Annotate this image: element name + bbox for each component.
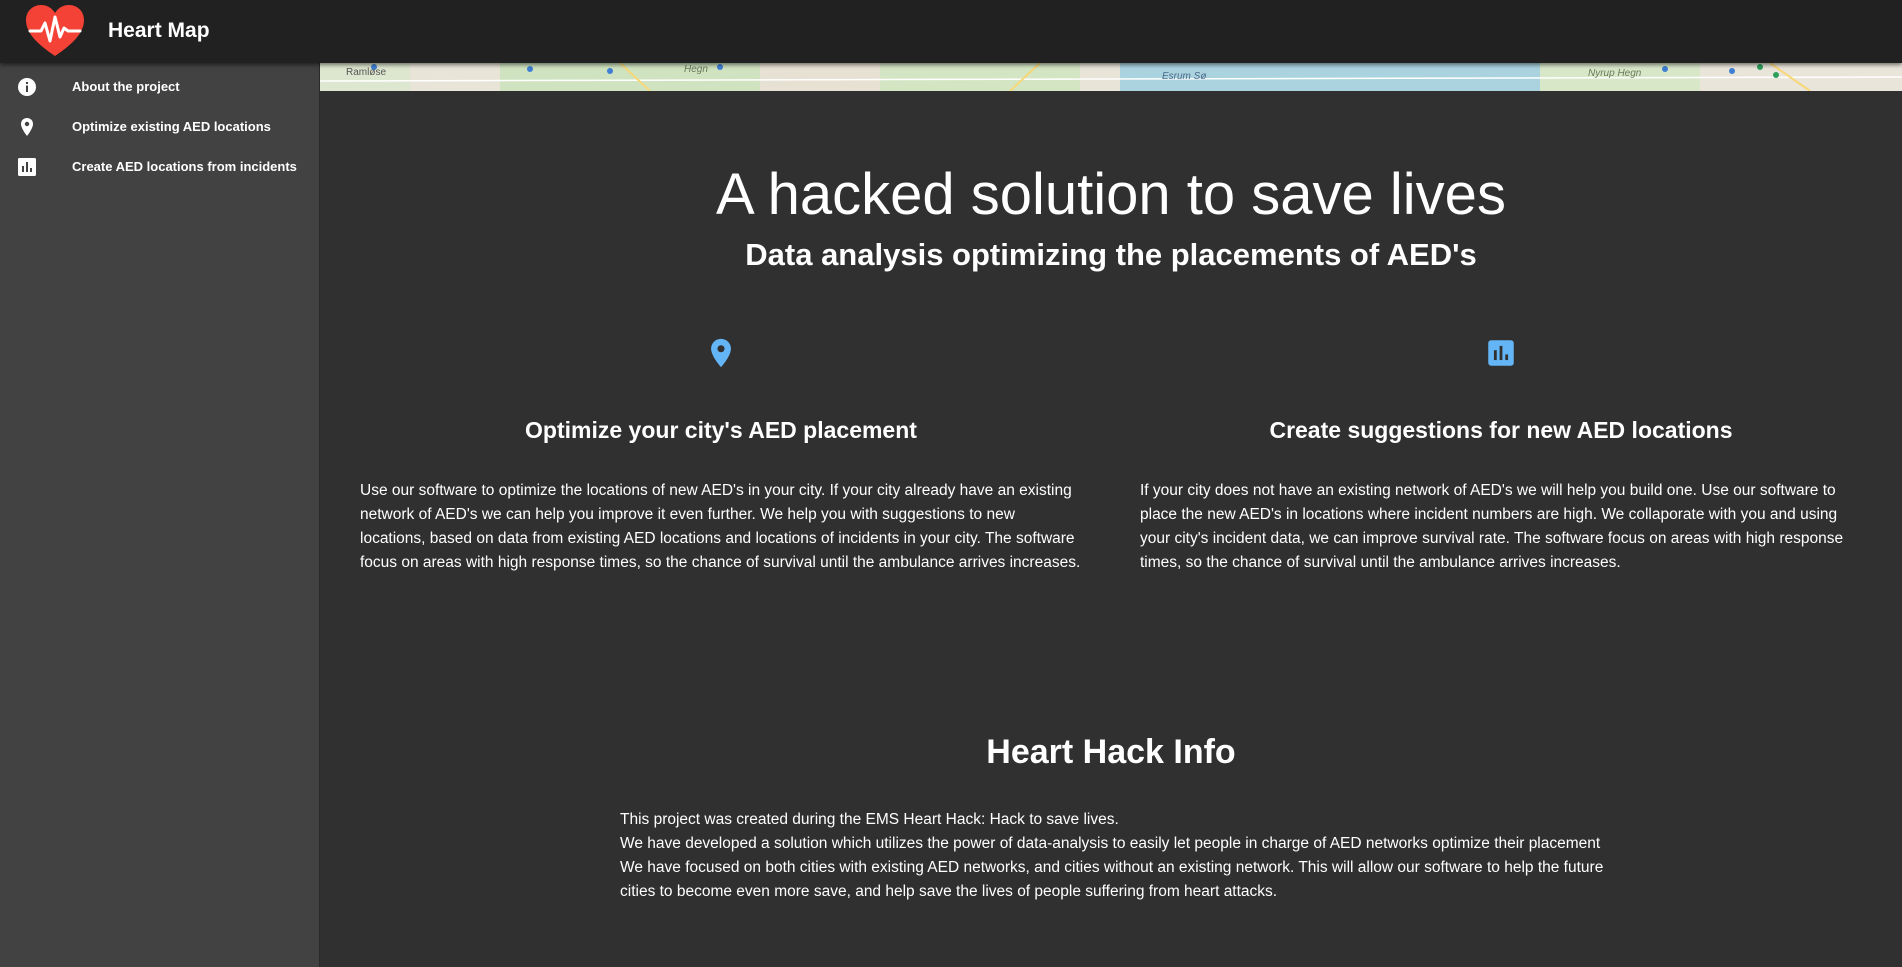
feature-title-create: Create suggestions for new AED locations <box>1269 417 1733 443</box>
info-paragraph: We have focused on both cities with exis… <box>620 859 1604 900</box>
map-label: Nyrup Hegn <box>1588 68 1642 79</box>
info-body: This project was created during the EMS … <box>620 808 1620 904</box>
heart-pulse-icon[interactable] <box>24 4 86 59</box>
sidebar-item-about[interactable]: About the project <box>0 67 319 107</box>
info-icon <box>17 77 37 97</box>
map-label: Esrum Sø <box>1162 71 1207 82</box>
map-pin-icon <box>704 336 738 370</box>
info-title: Heart Hack Info <box>986 733 1236 771</box>
bar-chart-icon <box>17 157 37 177</box>
map-view[interactable]: Ramløse Hegn Esrum Sø Nyrup Hegn <box>320 63 1902 91</box>
sidebar-item-label: Optimize existing AED locations <box>72 119 271 134</box>
main-content: A hacked solution to save lives Data ana… <box>320 91 1902 967</box>
bar-chart-icon <box>1484 336 1518 370</box>
hero-title: A hacked solution to save lives <box>716 162 1506 227</box>
info-paragraph: This project was created during the EMS … <box>620 811 1119 828</box>
feature-title-optimize: Optimize your city's AED placement <box>525 417 917 443</box>
info-paragraph: We have developed a solution which utili… <box>620 835 1601 852</box>
sidebar-item-label: Create AED locations from incidents <box>72 159 297 174</box>
map-pin-icon <box>17 117 37 137</box>
app-header: Heart Map <box>0 0 1902 63</box>
sidebar-item-create[interactable]: Create AED locations from incidents <box>0 147 319 187</box>
sidebar-nav: About the project Optimize existing AED … <box>0 63 320 967</box>
map-label: Hegn <box>684 64 708 75</box>
map-label: Ramløse <box>346 67 387 78</box>
sidebar-item-optimize[interactable]: Optimize existing AED locations <box>0 107 319 147</box>
app-title[interactable]: Heart Map <box>108 19 210 43</box>
sidebar-item-label: About the project <box>72 79 180 94</box>
feature-text-create: If your city does not have an existing n… <box>1140 482 1844 571</box>
feature-text-optimize: Use our software to optimize the locatio… <box>360 482 1081 571</box>
hero-subtitle: Data analysis optimizing the placements … <box>745 237 1477 272</box>
